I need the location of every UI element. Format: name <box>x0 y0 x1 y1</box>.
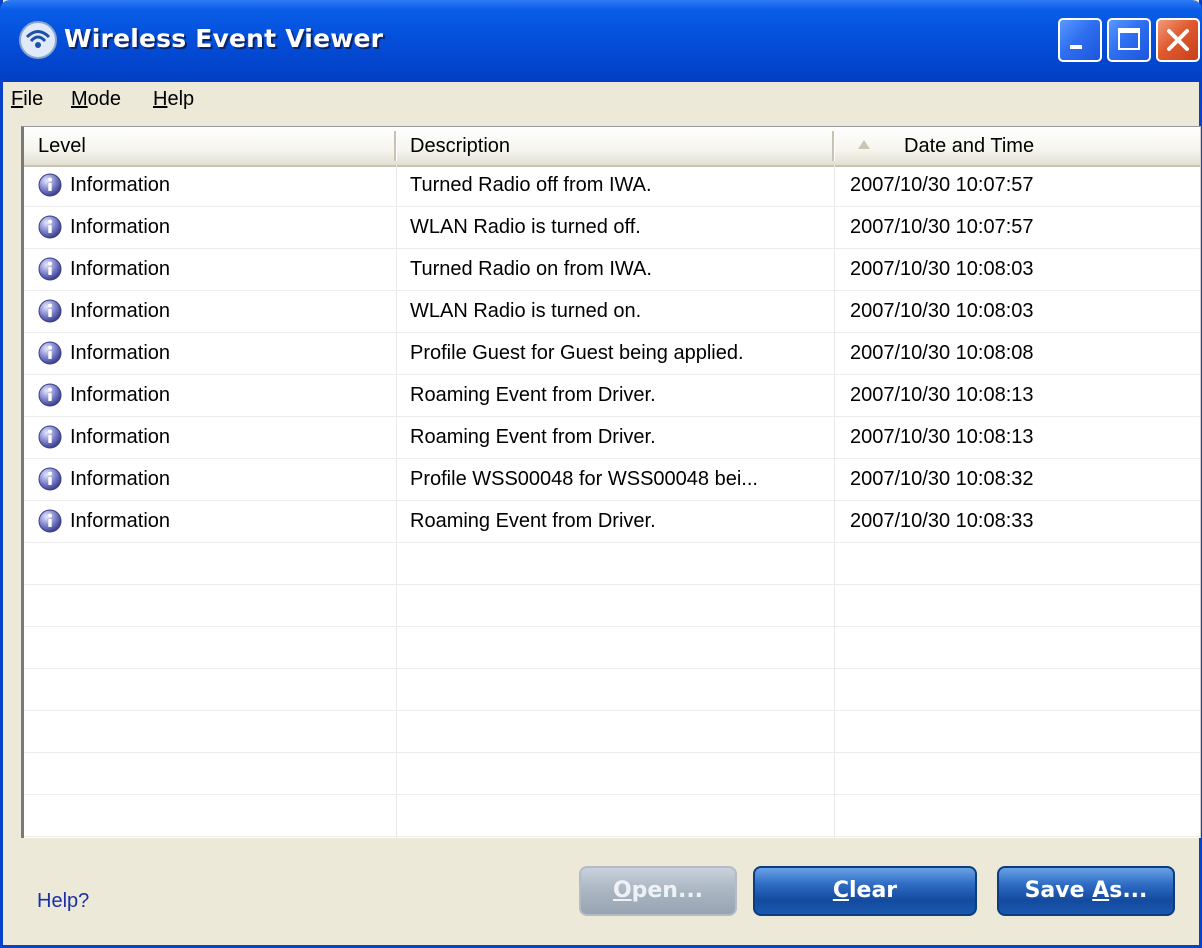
table-row[interactable]: Information Profile Guest for Guest being… <box>24 333 1200 375</box>
close-button[interactable] <box>1156 18 1200 62</box>
menu-mode[interactable]: Mode <box>71 88 121 111</box>
table-row[interactable]: Information Turned Radio on from IWA. 2007… <box>24 249 1200 291</box>
cell-description: Profile WSS00048 for WSS00048 bei... <box>410 468 758 490</box>
cell-level: Information <box>70 426 171 448</box>
cell-level: Information <box>70 300 171 322</box>
clear-button[interactable]: Clear <box>753 866 977 916</box>
cell-description: Turned Radio off from IWA. <box>410 174 652 196</box>
cell-datetime: 2007/10/30 10:08:32 <box>850 468 1034 490</box>
open-button[interactable]: Open... <box>579 866 737 916</box>
event-list[interactable]: Level Description Date and Time Informat… <box>21 126 1201 838</box>
cell-level: Information <box>70 468 171 490</box>
cell-level: Information <box>70 216 171 238</box>
cell-description: WLAN Radio is turned on. <box>410 300 642 322</box>
information-icon <box>38 383 62 407</box>
maximize-icon <box>1118 28 1140 50</box>
minimize-icon <box>1070 45 1082 49</box>
column-header-level[interactable]: Level <box>24 127 396 165</box>
table-row[interactable]: Information Roaming Event from Driver. 200… <box>24 417 1200 459</box>
cell-datetime: 2007/10/30 10:08:13 <box>850 384 1034 406</box>
cell-datetime: 2007/10/30 10:08:13 <box>850 426 1034 448</box>
cell-datetime: 2007/10/30 10:08:03 <box>850 258 1034 280</box>
information-icon <box>38 509 62 533</box>
wireless-icon <box>19 21 57 59</box>
table-row[interactable]: Information Roaming Event from Driver. 200… <box>24 375 1200 417</box>
help-link[interactable]: Help? <box>37 890 89 913</box>
empty-row <box>24 585 1200 627</box>
menu-file[interactable]: File <box>11 88 43 111</box>
title-bar[interactable]: Wireless Event Viewer <box>0 0 1202 82</box>
column-header-datetime[interactable]: Date and Time <box>834 127 1200 165</box>
cell-level: Information <box>70 384 171 406</box>
cell-level: Information <box>70 342 171 364</box>
menu-bar: File Mode Help <box>3 82 1199 118</box>
cell-datetime: 2007/10/30 10:08:08 <box>850 342 1034 364</box>
cell-description: Roaming Event from Driver. <box>410 510 656 532</box>
information-icon <box>38 215 62 239</box>
empty-row <box>24 627 1200 669</box>
cell-level: Information <box>70 510 171 532</box>
save-as-button[interactable]: Save As... <box>997 866 1175 916</box>
empty-row <box>24 711 1200 753</box>
table-row[interactable]: Information Roaming Event from Driver. 200… <box>24 501 1200 543</box>
cell-description: Turned Radio on from IWA. <box>410 258 652 280</box>
cell-description: Roaming Event from Driver. <box>410 426 656 448</box>
information-icon <box>38 425 62 449</box>
information-icon <box>38 173 62 197</box>
close-icon <box>1167 29 1189 51</box>
minimize-button[interactable] <box>1058 18 1102 62</box>
cell-description: Roaming Event from Driver. <box>410 384 656 406</box>
cell-level: Information <box>70 174 171 196</box>
empty-row <box>24 753 1200 795</box>
table-row[interactable]: Information WLAN Radio is turned off. 2007… <box>24 207 1200 249</box>
information-icon <box>38 341 62 365</box>
cell-datetime: 2007/10/30 10:07:57 <box>850 174 1034 196</box>
empty-row <box>24 669 1200 711</box>
table-row[interactable]: Information WLAN Radio is turned on. 2007/… <box>24 291 1200 333</box>
information-icon <box>38 299 62 323</box>
column-header-description[interactable]: Description <box>396 127 834 165</box>
table-row[interactable]: Information Turned Radio off from IWA. 200… <box>24 165 1200 207</box>
app-window: Wireless Event Viewer File Mode Help Lev… <box>0 0 1202 948</box>
information-icon <box>38 257 62 281</box>
menu-help[interactable]: Help <box>153 88 194 111</box>
cell-datetime: 2007/10/30 10:07:57 <box>850 216 1034 238</box>
table-row[interactable]: Information Profile WSS00048 for WSS00048… <box>24 459 1200 501</box>
cell-description: WLAN Radio is turned off. <box>410 216 641 238</box>
window-title: Wireless Event Viewer <box>64 24 384 53</box>
maximize-button[interactable] <box>1107 18 1151 62</box>
cell-datetime: 2007/10/30 10:08:33 <box>850 510 1034 532</box>
list-header: Level Description Date and Time <box>24 127 1200 167</box>
sort-ascending-icon <box>858 140 870 149</box>
information-icon <box>38 467 62 491</box>
cell-description: Profile Guest for Guest being applied. <box>410 342 744 364</box>
empty-row <box>24 543 1200 585</box>
empty-row <box>24 795 1200 837</box>
cell-datetime: 2007/10/30 10:08:03 <box>850 300 1034 322</box>
cell-level: Information <box>70 258 171 280</box>
